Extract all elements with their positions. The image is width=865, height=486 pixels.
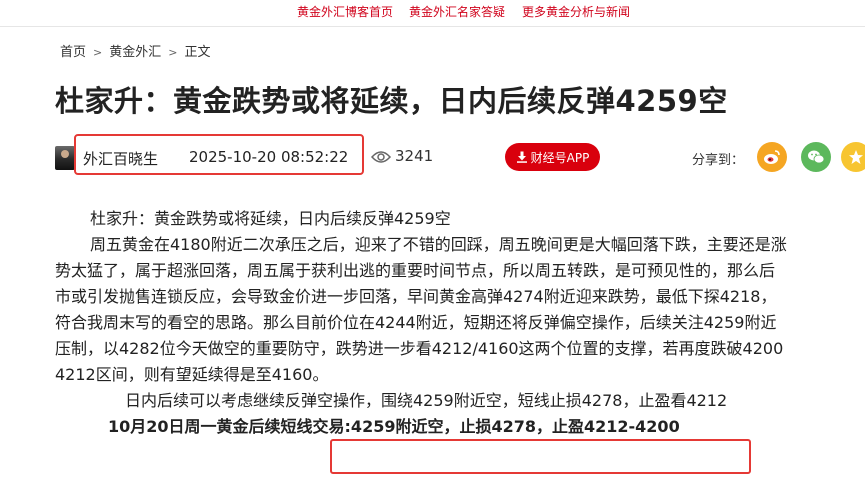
breadcrumb-separator: > xyxy=(168,46,178,59)
app-download-button[interactable]: 财经号APP xyxy=(505,143,600,171)
view-count: 3241 xyxy=(370,147,434,165)
trade-plan-line: 10月20日周一黄金后续短线交易:4259附近空，止损4278，止盈4212-4… xyxy=(108,417,680,436)
article-title: 杜家升：黄金跌势或将延续，日内后续反弹4259空 xyxy=(55,84,728,118)
app-button-label: 财经号APP xyxy=(530,150,590,165)
nav-link-more-news[interactable]: 更多黄金分析与新闻 xyxy=(522,3,630,20)
article-line: 符合我周末写的看空的思路。那么目前价位在4244附近，短期还将反弹偏空操作，后续… xyxy=(55,313,777,332)
share-label: 分享到： xyxy=(692,153,745,168)
author-avatar[interactable] xyxy=(55,146,75,170)
article-line: 周五黄金在4180附近二次承压之后，迎来了不错的回踩，周五晚间更是大幅回落下跌，… xyxy=(90,235,787,254)
breadcrumb-category[interactable]: 黄金外汇 xyxy=(109,45,161,60)
article-line: 4212区间，则有望延续得是至4160。 xyxy=(55,365,329,384)
qzone-icon[interactable] xyxy=(841,142,865,172)
article-line: 市或引发抛售连锁反应，会导致金价进一步回落，早间黄金高弹4274附近迎来跌势，最… xyxy=(55,287,777,306)
breadcrumb-home[interactable]: 首页 xyxy=(60,45,86,60)
breadcrumb-separator: > xyxy=(93,46,103,59)
download-icon xyxy=(516,151,527,163)
nav-link-blog-home[interactable]: 黄金外汇博客首页 xyxy=(297,3,393,20)
breadcrumb-current: 正文 xyxy=(184,45,211,60)
strategy-line: 日内后续可以考虑继续反弹空操作，围绕4259附近空，短线止损4278，止盈看42… xyxy=(125,391,728,410)
top-nav: 黄金外汇博客首页 黄金外汇名家答疑 更多黄金分析与新闻 xyxy=(0,0,865,27)
article-lead: 杜家升：黄金跌势或将延续，日内后续反弹4259空 xyxy=(90,209,451,228)
view-count-value: 3241 xyxy=(395,147,434,165)
highlight-box-trade xyxy=(330,439,751,474)
eye-icon xyxy=(370,151,392,163)
weibo-icon[interactable] xyxy=(757,142,787,172)
article-line: 压制，以4282位今天做空的重要防守，跌势进一步看4212/4160这两个位置的… xyxy=(55,339,784,358)
article-line: 势太猛了，属于超涨回落，周五属于获利出逃的重要时间节点，所以周五转跌，是可预见性… xyxy=(55,261,776,280)
wechat-icon[interactable] xyxy=(801,142,831,172)
article-body: 杜家升：黄金跌势或将延续，日内后续反弹4259空 周五黄金在4180附近二次承压… xyxy=(55,206,865,440)
breadcrumb: 首页 > 黄金外汇 > 正文 xyxy=(60,41,210,60)
nav-link-qa[interactable]: 黄金外汇名家答疑 xyxy=(409,3,505,20)
highlight-box-author xyxy=(74,134,364,175)
